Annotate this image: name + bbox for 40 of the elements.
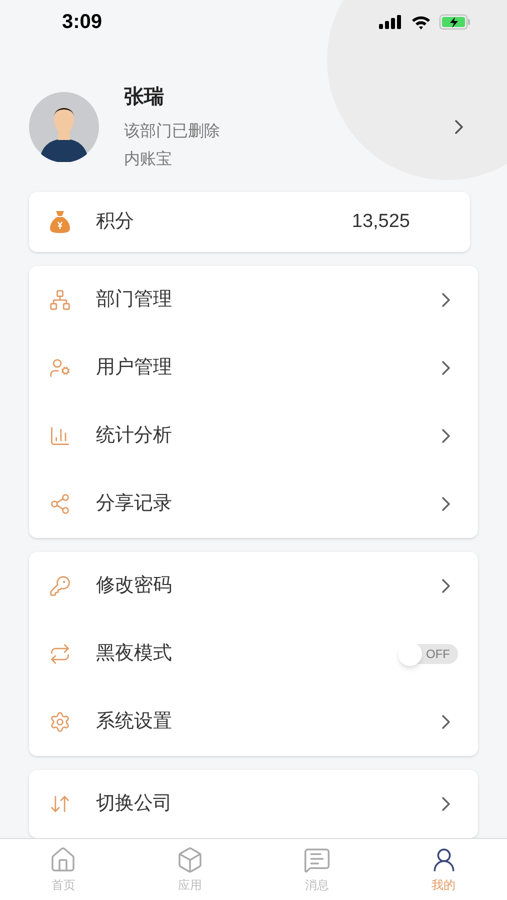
points-label: 积分 <box>96 210 135 234</box>
menu-label: 系统设置 <box>96 710 173 734</box>
message-icon <box>302 846 331 874</box>
menu-item[interactable]: 用户管理 <box>29 334 478 402</box>
bar-chart-icon <box>49 425 71 447</box>
menu-item[interactable]: 部门管理 <box>29 266 478 334</box>
switch-arrows-icon <box>49 793 71 815</box>
menu-item[interactable]: 统计分析 <box>29 402 478 470</box>
company-text: 内账宝 <box>124 150 173 170</box>
department-text: 该部门已删除 <box>124 122 221 142</box>
menu-item[interactable]: 切换公司 <box>29 770 478 838</box>
menu-item[interactable]: 修改密码 <box>29 552 478 620</box>
points-card[interactable]: 积分 13,525 <box>29 192 470 252</box>
settings-icon <box>49 711 71 733</box>
menu-item[interactable]: 分享记录 <box>29 470 478 538</box>
menu-label: 分享记录 <box>96 492 173 516</box>
cube-icon <box>176 846 204 874</box>
menu-item[interactable]: 系统设置 <box>29 688 478 756</box>
dark-mode-switch[interactable]: OFF <box>398 644 458 664</box>
swap-icon <box>49 643 71 665</box>
wifi-icon <box>411 14 431 30</box>
menu-label: 部门管理 <box>96 288 173 312</box>
menu-item[interactable]: 黑夜模式 OFF <box>29 620 478 688</box>
points-value: 13,525 <box>352 210 410 234</box>
key-icon <box>49 575 71 597</box>
profile-header[interactable]: 张瑞 该部门已删除 内账宝 <box>29 82 478 172</box>
signal-icon <box>379 15 403 29</box>
org-chart-icon <box>49 289 71 311</box>
avatar <box>29 92 99 162</box>
user-name: 张瑞 <box>124 85 165 110</box>
status-time: 3:09 <box>62 10 102 35</box>
menu-label: 用户管理 <box>96 356 173 380</box>
battery-icon <box>439 14 471 30</box>
menu-label: 统计分析 <box>96 424 173 448</box>
money-bag-icon <box>49 210 71 234</box>
menu-label: 黑夜模式 <box>96 642 173 666</box>
home-icon <box>49 846 78 874</box>
menu-label: 切换公司 <box>96 792 173 816</box>
share-icon <box>49 493 71 515</box>
menu-label: 修改密码 <box>96 574 173 598</box>
